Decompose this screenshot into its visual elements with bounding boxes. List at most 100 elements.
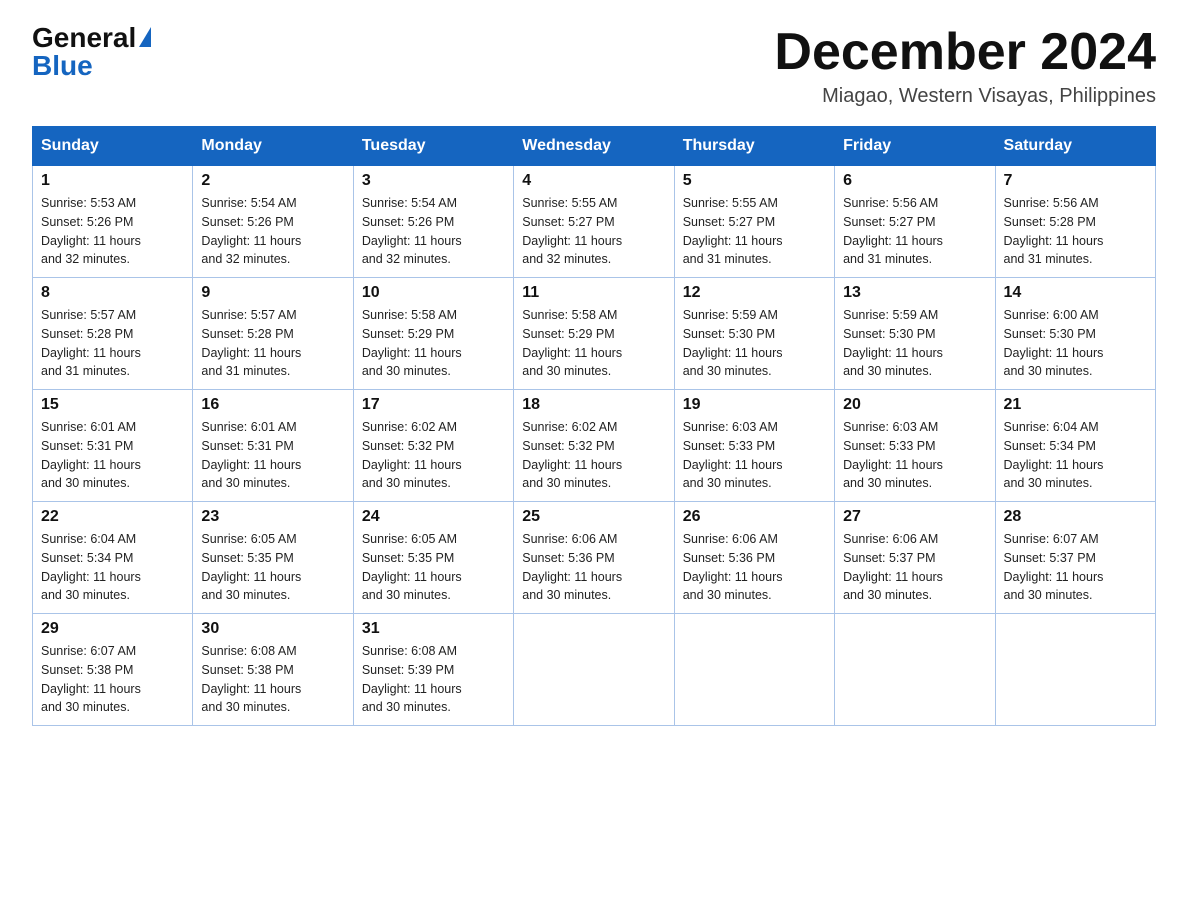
calendar-week-row: 29 Sunrise: 6:07 AM Sunset: 5:38 PM Dayl… <box>33 614 1156 726</box>
day-number: 10 <box>362 284 505 302</box>
calendar-cell: 16 Sunrise: 6:01 AM Sunset: 5:31 PM Dayl… <box>193 390 353 502</box>
day-info: Sunrise: 6:04 AM Sunset: 5:34 PM Dayligh… <box>1004 418 1147 493</box>
day-number: 2 <box>201 172 344 190</box>
day-info: Sunrise: 5:56 AM Sunset: 5:28 PM Dayligh… <box>1004 194 1147 269</box>
day-info: Sunrise: 6:08 AM Sunset: 5:39 PM Dayligh… <box>362 642 505 717</box>
calendar-cell: 12 Sunrise: 5:59 AM Sunset: 5:30 PM Dayl… <box>674 278 834 390</box>
logo: General Blue <box>32 24 151 80</box>
month-title: December 2024 <box>774 24 1156 81</box>
calendar-cell: 22 Sunrise: 6:04 AM Sunset: 5:34 PM Dayl… <box>33 502 193 614</box>
calendar-header-friday: Friday <box>835 127 995 166</box>
day-info: Sunrise: 5:55 AM Sunset: 5:27 PM Dayligh… <box>522 194 665 269</box>
day-info: Sunrise: 6:01 AM Sunset: 5:31 PM Dayligh… <box>201 418 344 493</box>
day-number: 21 <box>1004 396 1147 414</box>
calendar-cell: 7 Sunrise: 5:56 AM Sunset: 5:28 PM Dayli… <box>995 166 1155 278</box>
day-number: 1 <box>41 172 184 190</box>
day-info: Sunrise: 5:57 AM Sunset: 5:28 PM Dayligh… <box>201 306 344 381</box>
day-info: Sunrise: 5:54 AM Sunset: 5:26 PM Dayligh… <box>201 194 344 269</box>
calendar-cell <box>514 614 674 726</box>
calendar-cell: 4 Sunrise: 5:55 AM Sunset: 5:27 PM Dayli… <box>514 166 674 278</box>
day-info: Sunrise: 6:06 AM Sunset: 5:37 PM Dayligh… <box>843 530 986 605</box>
day-number: 17 <box>362 396 505 414</box>
day-info: Sunrise: 6:04 AM Sunset: 5:34 PM Dayligh… <box>41 530 184 605</box>
day-number: 15 <box>41 396 184 414</box>
calendar-header-row: SundayMondayTuesdayWednesdayThursdayFrid… <box>33 127 1156 166</box>
calendar-cell: 1 Sunrise: 5:53 AM Sunset: 5:26 PM Dayli… <box>33 166 193 278</box>
day-number: 6 <box>843 172 986 190</box>
day-number: 9 <box>201 284 344 302</box>
title-section: December 2024 Miagao, Western Visayas, P… <box>774 24 1156 108</box>
calendar-header-monday: Monday <box>193 127 353 166</box>
calendar-cell: 11 Sunrise: 5:58 AM Sunset: 5:29 PM Dayl… <box>514 278 674 390</box>
day-number: 25 <box>522 508 665 526</box>
day-number: 27 <box>843 508 986 526</box>
day-info: Sunrise: 5:55 AM Sunset: 5:27 PM Dayligh… <box>683 194 826 269</box>
day-info: Sunrise: 6:06 AM Sunset: 5:36 PM Dayligh… <box>683 530 826 605</box>
calendar-week-row: 1 Sunrise: 5:53 AM Sunset: 5:26 PM Dayli… <box>33 166 1156 278</box>
day-info: Sunrise: 6:02 AM Sunset: 5:32 PM Dayligh… <box>522 418 665 493</box>
day-number: 24 <box>362 508 505 526</box>
calendar-week-row: 22 Sunrise: 6:04 AM Sunset: 5:34 PM Dayl… <box>33 502 1156 614</box>
calendar-cell: 14 Sunrise: 6:00 AM Sunset: 5:30 PM Dayl… <box>995 278 1155 390</box>
calendar-cell: 21 Sunrise: 6:04 AM Sunset: 5:34 PM Dayl… <box>995 390 1155 502</box>
calendar-header-sunday: Sunday <box>33 127 193 166</box>
day-info: Sunrise: 5:56 AM Sunset: 5:27 PM Dayligh… <box>843 194 986 269</box>
day-info: Sunrise: 5:57 AM Sunset: 5:28 PM Dayligh… <box>41 306 184 381</box>
calendar-week-row: 8 Sunrise: 5:57 AM Sunset: 5:28 PM Dayli… <box>33 278 1156 390</box>
logo-triangle-icon <box>139 27 151 47</box>
calendar-cell: 17 Sunrise: 6:02 AM Sunset: 5:32 PM Dayl… <box>353 390 513 502</box>
calendar-cell <box>674 614 834 726</box>
calendar-cell: 25 Sunrise: 6:06 AM Sunset: 5:36 PM Dayl… <box>514 502 674 614</box>
page-header: General Blue December 2024 Miagao, Weste… <box>32 24 1156 108</box>
calendar-cell <box>995 614 1155 726</box>
day-number: 14 <box>1004 284 1147 302</box>
calendar-week-row: 15 Sunrise: 6:01 AM Sunset: 5:31 PM Dayl… <box>33 390 1156 502</box>
calendar-header-wednesday: Wednesday <box>514 127 674 166</box>
day-info: Sunrise: 5:53 AM Sunset: 5:26 PM Dayligh… <box>41 194 184 269</box>
calendar-cell: 19 Sunrise: 6:03 AM Sunset: 5:33 PM Dayl… <box>674 390 834 502</box>
day-info: Sunrise: 6:08 AM Sunset: 5:38 PM Dayligh… <box>201 642 344 717</box>
calendar-cell: 24 Sunrise: 6:05 AM Sunset: 5:35 PM Dayl… <box>353 502 513 614</box>
day-number: 11 <box>522 284 665 302</box>
calendar-cell: 3 Sunrise: 5:54 AM Sunset: 5:26 PM Dayli… <box>353 166 513 278</box>
day-info: Sunrise: 6:06 AM Sunset: 5:36 PM Dayligh… <box>522 530 665 605</box>
day-number: 26 <box>683 508 826 526</box>
day-number: 4 <box>522 172 665 190</box>
calendar-cell: 23 Sunrise: 6:05 AM Sunset: 5:35 PM Dayl… <box>193 502 353 614</box>
calendar-cell: 5 Sunrise: 5:55 AM Sunset: 5:27 PM Dayli… <box>674 166 834 278</box>
calendar-cell: 10 Sunrise: 5:58 AM Sunset: 5:29 PM Dayl… <box>353 278 513 390</box>
calendar-header-tuesday: Tuesday <box>353 127 513 166</box>
day-number: 19 <box>683 396 826 414</box>
day-number: 29 <box>41 620 184 638</box>
calendar-cell: 6 Sunrise: 5:56 AM Sunset: 5:27 PM Dayli… <box>835 166 995 278</box>
calendar-cell: 13 Sunrise: 5:59 AM Sunset: 5:30 PM Dayl… <box>835 278 995 390</box>
day-number: 12 <box>683 284 826 302</box>
calendar-header-saturday: Saturday <box>995 127 1155 166</box>
calendar-cell: 28 Sunrise: 6:07 AM Sunset: 5:37 PM Dayl… <box>995 502 1155 614</box>
day-info: Sunrise: 6:05 AM Sunset: 5:35 PM Dayligh… <box>362 530 505 605</box>
day-number: 18 <box>522 396 665 414</box>
day-number: 23 <box>201 508 344 526</box>
calendar-cell: 2 Sunrise: 5:54 AM Sunset: 5:26 PM Dayli… <box>193 166 353 278</box>
day-info: Sunrise: 6:01 AM Sunset: 5:31 PM Dayligh… <box>41 418 184 493</box>
day-info: Sunrise: 6:07 AM Sunset: 5:38 PM Dayligh… <box>41 642 184 717</box>
calendar-cell: 31 Sunrise: 6:08 AM Sunset: 5:39 PM Dayl… <box>353 614 513 726</box>
day-info: Sunrise: 6:02 AM Sunset: 5:32 PM Dayligh… <box>362 418 505 493</box>
day-number: 5 <box>683 172 826 190</box>
calendar-cell: 30 Sunrise: 6:08 AM Sunset: 5:38 PM Dayl… <box>193 614 353 726</box>
day-number: 30 <box>201 620 344 638</box>
day-info: Sunrise: 5:58 AM Sunset: 5:29 PM Dayligh… <box>362 306 505 381</box>
calendar-cell: 29 Sunrise: 6:07 AM Sunset: 5:38 PM Dayl… <box>33 614 193 726</box>
day-info: Sunrise: 6:00 AM Sunset: 5:30 PM Dayligh… <box>1004 306 1147 381</box>
day-number: 20 <box>843 396 986 414</box>
calendar-cell <box>835 614 995 726</box>
day-info: Sunrise: 5:59 AM Sunset: 5:30 PM Dayligh… <box>843 306 986 381</box>
day-info: Sunrise: 6:05 AM Sunset: 5:35 PM Dayligh… <box>201 530 344 605</box>
logo-general: General <box>32 24 136 52</box>
calendar-cell: 26 Sunrise: 6:06 AM Sunset: 5:36 PM Dayl… <box>674 502 834 614</box>
day-info: Sunrise: 5:54 AM Sunset: 5:26 PM Dayligh… <box>362 194 505 269</box>
calendar-cell: 15 Sunrise: 6:01 AM Sunset: 5:31 PM Dayl… <box>33 390 193 502</box>
location-title: Miagao, Western Visayas, Philippines <box>774 85 1156 108</box>
calendar-cell: 18 Sunrise: 6:02 AM Sunset: 5:32 PM Dayl… <box>514 390 674 502</box>
day-number: 7 <box>1004 172 1147 190</box>
